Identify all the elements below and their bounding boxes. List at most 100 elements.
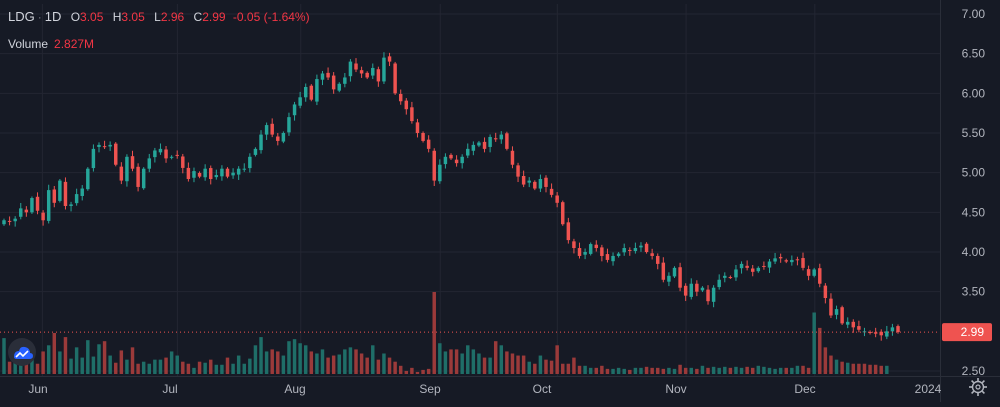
candle-body (795, 259, 800, 261)
candle-body (365, 72, 369, 78)
y-tick-label: 5.50 (962, 126, 986, 140)
candle-body (639, 245, 643, 248)
candle-body (482, 141, 487, 149)
volume-bar (169, 351, 174, 374)
volume-bar (365, 357, 369, 374)
volume-bar (695, 368, 699, 374)
volume-bar (477, 353, 481, 374)
close-key: C (193, 10, 203, 24)
tradingview-logo-icon[interactable] (8, 338, 36, 366)
price-chart[interactable]: 7.006.506.005.505.004.504.003.502.502.99… (0, 0, 1000, 402)
volume-bar (404, 370, 409, 374)
volume-bar (426, 368, 431, 374)
candle-body (387, 56, 392, 62)
volume-bar (683, 367, 688, 374)
candle-body (611, 255, 615, 262)
volume-bar (264, 351, 269, 374)
candle-body (750, 268, 755, 272)
volume-bar (242, 363, 246, 374)
chart-area[interactable]: 7.00 6.50 6.00 5.50 5.00 4.50 4.00 3.50 2.50 2.99… (0, 0, 1000, 402)
volume-bar (86, 340, 90, 374)
candle-body (661, 262, 666, 280)
candle-body (695, 283, 699, 292)
volume-bar (354, 349, 358, 374)
volume-bar (298, 343, 302, 374)
volume-bar (577, 365, 582, 374)
candle-body (510, 150, 515, 165)
candle-body (544, 177, 548, 187)
candle-body (19, 208, 23, 217)
volume-bar (555, 345, 559, 374)
volume-bar (644, 366, 649, 374)
y-tick-label: 3.50 (962, 285, 986, 299)
candle-body (633, 248, 638, 252)
candle-body (460, 156, 464, 164)
candle-body (225, 168, 230, 177)
volume-bar (538, 355, 543, 374)
volume-bar (209, 359, 213, 374)
volume-bar (566, 363, 571, 374)
candle-body (97, 144, 101, 147)
volume-label[interactable]: Volume (8, 37, 48, 51)
volume-bar (192, 367, 196, 374)
candle-body (153, 150, 157, 158)
volume-bar (544, 359, 548, 374)
candle-body (158, 148, 163, 153)
candle-body (298, 97, 302, 106)
candle-body (114, 143, 118, 165)
volume-legend: Volume 2.827M (8, 37, 94, 51)
volume-bar (840, 361, 844, 374)
volume-bar (806, 367, 811, 374)
candle-body (63, 181, 68, 206)
settings-gear-icon[interactable] (967, 376, 989, 398)
candle-body (840, 307, 844, 324)
candle-body (331, 75, 336, 90)
candle-body (80, 188, 84, 196)
high-value: 3.05 (121, 10, 145, 24)
volume-bar (35, 363, 40, 374)
volume-bar (147, 363, 152, 374)
volume-bar (488, 357, 492, 374)
candle-body (214, 175, 219, 178)
volume-bar (790, 367, 794, 374)
symbol-label[interactable]: LDG (8, 9, 35, 24)
low-key: L (154, 10, 161, 24)
volume-bar (80, 357, 84, 374)
candle-body (667, 275, 671, 282)
volume-bar (421, 369, 425, 374)
volume-bar (303, 345, 308, 374)
candle-body (108, 144, 112, 147)
y-tick-label: 4.00 (962, 245, 986, 259)
candle-body (86, 168, 90, 190)
candle-body (181, 156, 185, 168)
volume-bar (818, 327, 822, 374)
volume-bar (656, 367, 660, 374)
volume-bar (482, 357, 487, 374)
volume-bar (432, 292, 436, 374)
candle-body (773, 258, 777, 262)
candle-body (834, 309, 839, 315)
volume-bar (197, 361, 202, 374)
volume-bar (756, 365, 761, 374)
candle-body (896, 326, 900, 333)
candle-body (628, 249, 632, 251)
volume-bar (734, 366, 738, 374)
interval-label[interactable]: 1D (45, 9, 62, 24)
candle-body (806, 269, 811, 276)
candle-body (616, 253, 621, 256)
volume-bar (309, 351, 314, 374)
candle-body (147, 158, 152, 169)
candle-body (443, 156, 448, 165)
candle-body (253, 148, 258, 155)
y-tick-label: 6.50 (962, 47, 986, 61)
low-value: 2.96 (160, 10, 185, 24)
candle-body (438, 164, 442, 182)
volume-bar (639, 367, 643, 374)
candle-body (650, 253, 654, 256)
volume-bar (443, 351, 448, 374)
volume-bar (343, 349, 347, 374)
volume-bar (315, 353, 319, 374)
volume-bar (398, 365, 403, 374)
volume-bar (393, 361, 397, 374)
volume-bar (102, 341, 107, 374)
